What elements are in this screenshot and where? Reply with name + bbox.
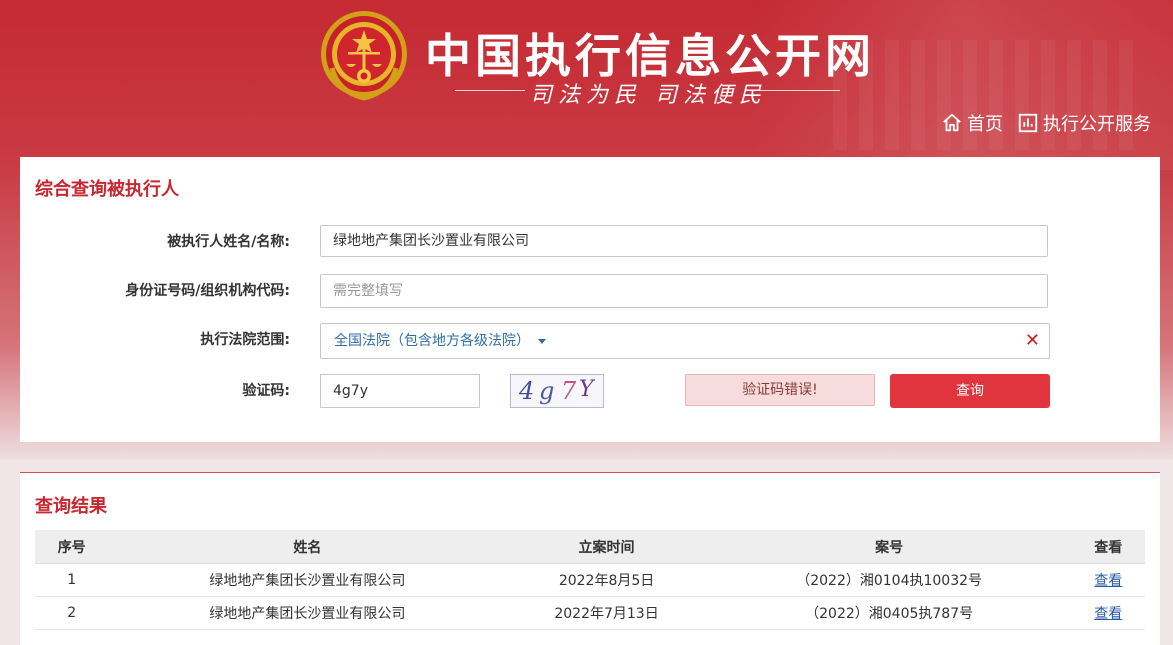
home-icon — [943, 113, 961, 132]
nav-home-link[interactable]: 首页 — [941, 110, 1003, 136]
court-emblem-logo — [321, 11, 407, 101]
captcha-input[interactable]: 4g7y — [320, 374, 480, 408]
results-table: 序号 姓名 立案时间 案号 查看 1 绿地地产集团长沙置业有限公司 2022年8… — [35, 530, 1145, 630]
nav-service-link[interactable]: 执行公开服务 — [1017, 110, 1151, 136]
search-button[interactable]: 查询 — [890, 374, 1050, 408]
search-panel: 综合查询被执行人 被执行人姓名/名称: 绿地地产集团长沙置业有限公司 身份证号码… — [20, 157, 1160, 442]
nav-service-label: 执行公开服务 — [1043, 114, 1151, 135]
captcha-error-message: 验证码错误! — [685, 374, 875, 406]
column-header: 案号 — [706, 530, 1072, 564]
court-label: 执行法院范围: — [200, 332, 290, 348]
column-header: 序号 — [35, 530, 109, 564]
table-row: 1 绿地地产集团长沙置业有限公司 2022年8月5日 （2022）湘0104执1… — [35, 563, 1145, 597]
row-view-cell: 查看 — [1071, 596, 1145, 630]
row-name: 绿地地产集团长沙置业有限公司 — [108, 563, 507, 597]
row-date: 2022年7月13日 — [506, 596, 707, 630]
caret-down-icon — [538, 338, 546, 344]
view-link[interactable]: 查看 — [1094, 573, 1122, 589]
row-view-cell: 查看 — [1071, 563, 1145, 597]
captcha-char: Y — [579, 377, 594, 402]
nav-home-label: 首页 — [967, 114, 1003, 135]
search-panel-title: 综合查询被执行人 — [35, 179, 179, 200]
column-header: 查看 — [1071, 530, 1145, 564]
row-index: 2 — [35, 596, 109, 630]
column-header: 姓名 — [108, 530, 507, 564]
captcha-char: g — [539, 377, 555, 405]
slogan-divider-right — [760, 90, 840, 91]
name-input[interactable]: 绿地地产集团长沙置业有限公司 — [320, 225, 1048, 257]
slogan-divider-left — [455, 90, 525, 91]
clear-icon[interactable]: ✕ — [1025, 330, 1040, 351]
id-label: 身份证号码/组织机构代码: — [125, 283, 290, 299]
chart-icon — [1018, 113, 1038, 133]
court-select[interactable]: 全国法院（包含地方各级法院） ✕ — [320, 323, 1050, 359]
results-panel-title: 查询结果 — [35, 496, 107, 517]
results-panel: 查询结果 序号 姓名 立案时间 案号 查看 1 绿地地产集团长沙置业有限公司 2… — [20, 472, 1160, 645]
row-date: 2022年8月5日 — [506, 563, 707, 597]
row-index: 1 — [35, 563, 109, 597]
top-nav: 首页 执行公开服务 — [941, 110, 1151, 136]
row-name: 绿地地产集团长沙置业有限公司 — [108, 596, 507, 630]
id-input[interactable] — [320, 274, 1048, 308]
site-slogan: 司法为民 司法便民 — [530, 83, 767, 108]
table-header-row: 序号 姓名 立案时间 案号 查看 — [35, 530, 1145, 564]
captcha-image[interactable]: 4 g 7 Y — [510, 374, 604, 408]
row-case-number: （2022）湘0104执10032号 — [706, 563, 1072, 597]
view-link[interactable]: 查看 — [1094, 606, 1122, 622]
court-select-text: 全国法院（包含地方各级法院） — [334, 333, 530, 349]
column-header: 立案时间 — [506, 530, 707, 564]
court-select-value: 全国法院（包含地方各级法院） — [334, 324, 546, 358]
captcha-char: 7 — [561, 377, 577, 405]
captcha-label: 验证码: — [242, 383, 290, 399]
table-row: 2 绿地地产集团长沙置业有限公司 2022年7月13日 （2022）湘0405执… — [35, 596, 1145, 630]
captcha-char: 4 — [519, 377, 535, 405]
name-label: 被执行人姓名/名称: — [167, 234, 290, 250]
row-case-number: （2022）湘0405执787号 — [706, 596, 1072, 630]
